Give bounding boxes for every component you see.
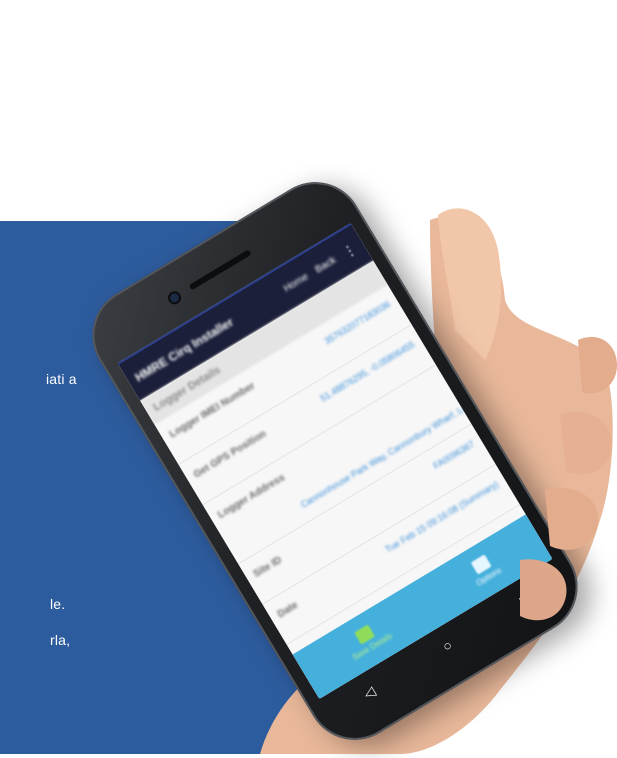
detail-label: Date (275, 599, 301, 621)
slide-text-fragment: le. (50, 596, 66, 612)
finger (560, 411, 612, 475)
kebab-menu-icon[interactable]: ⋮ (339, 239, 360, 261)
toolbar-action-home[interactable]: Home (282, 271, 311, 294)
tab-save-details[interactable]: Save Details (342, 617, 394, 662)
finger (578, 336, 617, 394)
nav-home-icon[interactable]: ○ (439, 637, 454, 655)
nav-back-icon[interactable]: ◁ (360, 682, 378, 702)
slide-text-fragment: rla, (50, 632, 71, 648)
slide-text-fragment: iati a (46, 371, 77, 387)
nav-recent-icon[interactable]: □ (517, 590, 532, 608)
tab-options[interactable]: Options (466, 551, 503, 588)
toolbar-action-back[interactable]: Back (313, 254, 338, 275)
detail-label: Site ID (251, 554, 284, 581)
front-camera-icon (168, 291, 181, 305)
detail-value: FA0096367 (431, 438, 477, 472)
earpiece-speaker (188, 249, 252, 291)
hand-thumb (438, 208, 502, 360)
